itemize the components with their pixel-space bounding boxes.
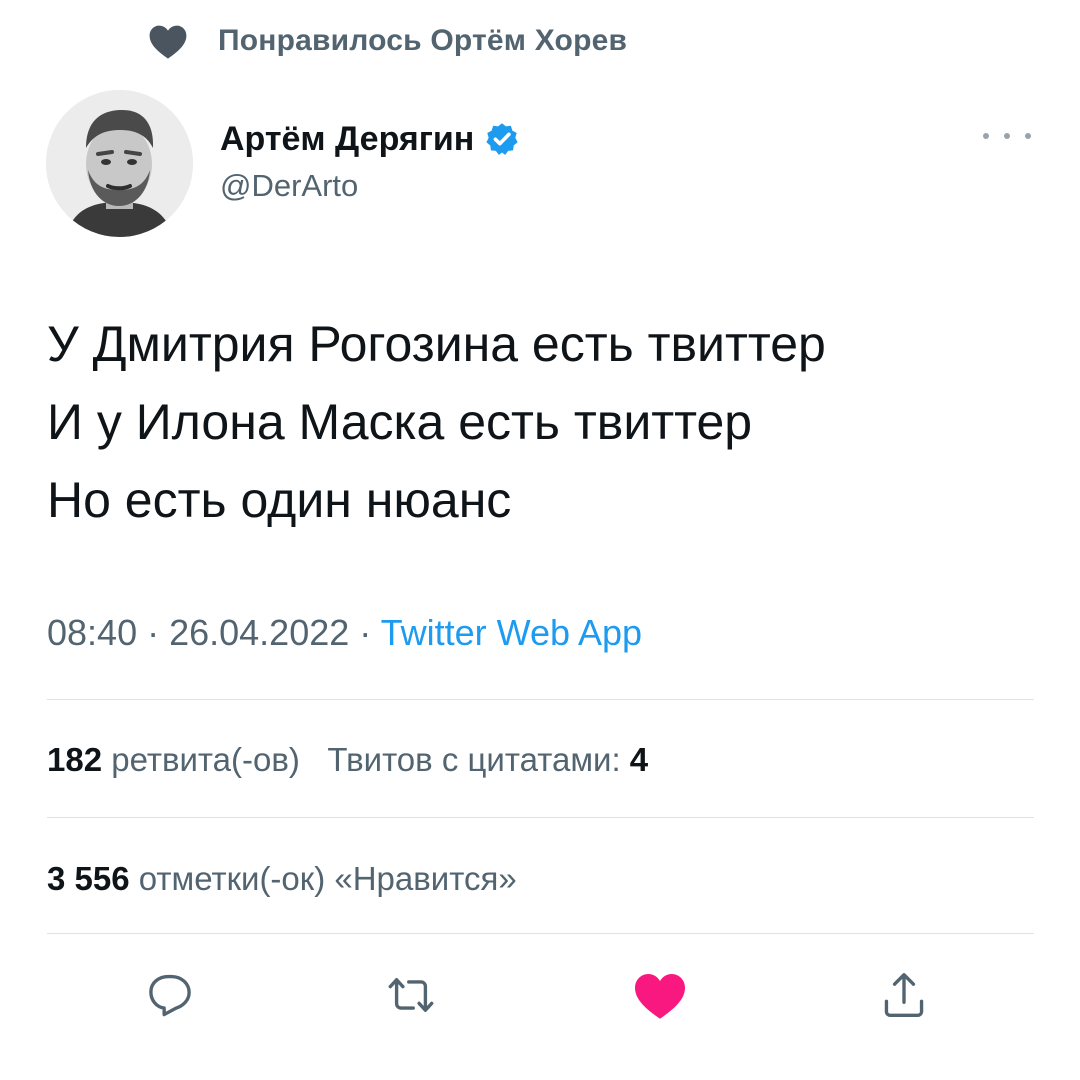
tweet-meta: 08:40 · 26.04.2022 · Twitter Web App bbox=[47, 612, 642, 654]
retweet-icon bbox=[388, 978, 434, 1012]
share-button[interactable] bbox=[874, 965, 934, 1025]
retweet-button[interactable] bbox=[381, 965, 441, 1025]
share-icon bbox=[884, 973, 924, 1017]
avatar-photo bbox=[46, 90, 193, 237]
avatar[interactable] bbox=[46, 90, 193, 237]
retweets-label: ретвита(-ов) bbox=[111, 741, 300, 778]
more-dot bbox=[983, 133, 989, 139]
tweet-line: И у Илона Маска есть твиттер bbox=[47, 394, 753, 450]
author-handle[interactable]: @DerArto bbox=[220, 168, 520, 204]
divider bbox=[47, 699, 1034, 700]
retweet-stats: 182 ретвита(-ов) Твитов с цитатами: 4 bbox=[47, 741, 648, 779]
quotes-count: 4 bbox=[629, 741, 649, 778]
tweet-date[interactable]: 26.04.2022 bbox=[169, 612, 349, 653]
tweet-text: У Дмитрия Рогозина есть твиттер И у Илон… bbox=[47, 305, 1047, 539]
reply-icon bbox=[149, 974, 191, 1017]
heart-icon bbox=[149, 25, 187, 59]
more-dot bbox=[1025, 133, 1031, 139]
quotes-link[interactable]: Твитов с цитатами: 4 bbox=[327, 741, 648, 778]
likes-count: 3 556 bbox=[47, 860, 130, 897]
tweet-line: Но есть один нюанс bbox=[47, 472, 512, 528]
reply-button[interactable] bbox=[140, 965, 200, 1025]
heart-icon bbox=[635, 974, 685, 1019]
divider bbox=[47, 933, 1034, 934]
more-options-icon[interactable] bbox=[983, 126, 1031, 146]
more-dot bbox=[1004, 133, 1010, 139]
likes-stats[interactable]: 3 556 отметки(-ок) «Нравится» bbox=[47, 860, 517, 898]
tweet-author[interactable]: Артём Дерягин @DerArto bbox=[220, 118, 520, 204]
quotes-label: Твитов с цитатами: bbox=[327, 741, 621, 778]
tweet-source[interactable]: Twitter Web App bbox=[381, 612, 642, 653]
verified-badge-icon bbox=[486, 123, 518, 155]
meta-separator: · bbox=[349, 612, 381, 653]
retweets-link[interactable]: 182 ретвита(-ов) bbox=[47, 741, 300, 778]
likes-label: отметки(-ок) «Нравится» bbox=[138, 860, 517, 897]
retweets-count: 182 bbox=[47, 741, 103, 778]
tweet-line: У Дмитрия Рогозина есть твиттер bbox=[47, 316, 826, 372]
liked-by-banner[interactable]: Понравилось Ортём Хорев bbox=[145, 18, 627, 64]
author-name[interactable]: Артём Дерягин bbox=[220, 120, 474, 159]
liked-by-text: Понравилось Ортём Хорев bbox=[218, 24, 628, 57]
tweet-time[interactable]: 08:40 bbox=[47, 612, 137, 653]
divider bbox=[47, 817, 1034, 818]
meta-separator: · bbox=[137, 612, 170, 653]
like-button[interactable] bbox=[630, 965, 690, 1025]
